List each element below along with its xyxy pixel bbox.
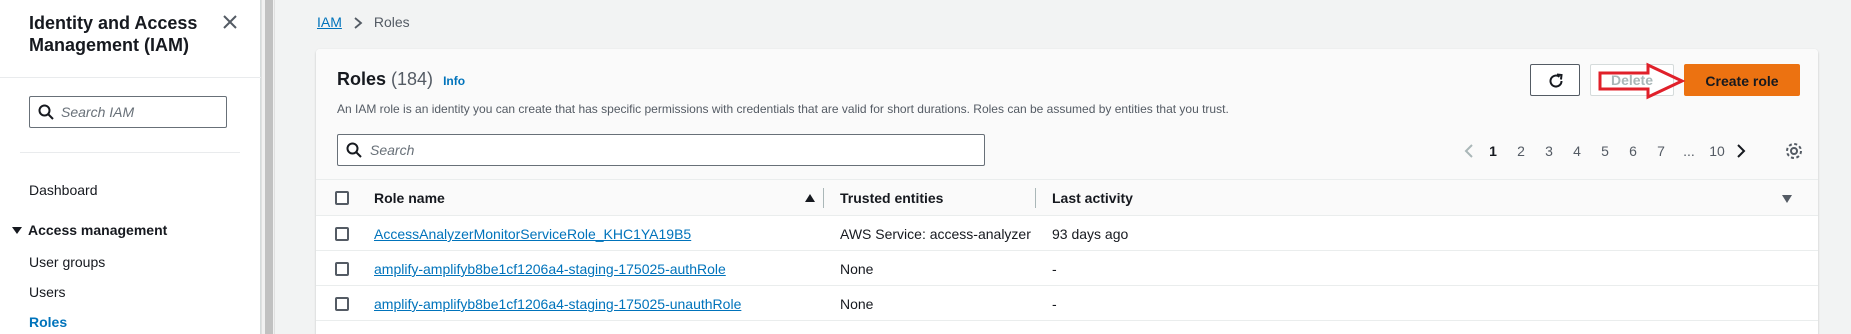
trusted-entities-cell: None — [840, 296, 874, 312]
roles-search-field[interactable] — [337, 134, 985, 166]
role-name-link[interactable]: AccessAnalyzerMonitorServiceRole_KHC1YA1… — [374, 226, 691, 242]
chevron-right-icon — [352, 16, 364, 29]
last-activity-cell: 93 days ago — [1052, 226, 1129, 242]
column-divider[interactable] — [1035, 188, 1036, 208]
search-icon — [346, 142, 362, 158]
sort-descending-icon[interactable] — [1782, 195, 1792, 203]
roles-description: An IAM role is an identity you can creat… — [337, 102, 1229, 116]
row-checkbox[interactable] — [335, 297, 349, 311]
last-activity-cell: - — [1052, 261, 1057, 277]
sidebar-title: Identity and Access Management (IAM) — [29, 13, 198, 55]
breadcrumb-current: Roles — [373, 14, 410, 30]
page-4[interactable]: 4 — [1563, 143, 1591, 159]
roles-panel: Roles (184) Info An IAM role is an ident… — [316, 49, 1818, 334]
table-row: amplify-amplifyb8be1cf1206a4-staging-175… — [316, 287, 1818, 321]
breadcrumb: IAM Roles — [317, 14, 410, 30]
role-name-link[interactable]: amplify-amplifyb8be1cf1206a4-staging-175… — [374, 296, 741, 312]
divider — [0, 77, 261, 78]
pagination: 1 2 3 4 5 6 7 ... 10 — [1461, 141, 1749, 161]
page-3[interactable]: 3 — [1535, 143, 1563, 159]
sidebar-search-input[interactable] — [61, 99, 221, 125]
caret-down-icon — [12, 226, 22, 234]
sidebar-search-field[interactable] — [29, 96, 227, 128]
page-5[interactable]: 5 — [1591, 143, 1619, 159]
refresh-icon — [1549, 73, 1563, 88]
role-name-link[interactable]: amplify-amplifyb8be1cf1206a4-staging-175… — [374, 261, 726, 277]
column-trusted-entities[interactable]: Trusted entities — [840, 190, 943, 206]
page-2[interactable]: 2 — [1507, 143, 1535, 159]
sidebar-item-roles[interactable]: Roles — [29, 314, 67, 330]
scrollbar[interactable] — [261, 0, 275, 334]
row-checkbox[interactable] — [335, 227, 349, 241]
title-text: Roles — [337, 69, 387, 89]
refresh-button[interactable] — [1530, 64, 1580, 96]
sidebar-item-users[interactable]: Users — [29, 284, 66, 300]
sidebar-section-label: Access management — [28, 222, 168, 238]
column-divider[interactable] — [823, 188, 824, 208]
scrollbar-thumb[interactable] — [265, 0, 273, 334]
last-activity-cell: - — [1052, 296, 1057, 312]
arrow-annotation — [1598, 62, 1686, 100]
breadcrumb-iam-link[interactable]: IAM — [317, 14, 342, 30]
row-checkbox[interactable] — [335, 262, 349, 276]
sidebar-item-dashboard[interactable]: Dashboard — [29, 182, 98, 198]
roles-count: (184) — [391, 69, 434, 89]
chevron-right-icon[interactable] — [1731, 142, 1749, 160]
info-link[interactable]: Info — [443, 74, 465, 88]
roles-search-input[interactable] — [370, 137, 970, 163]
page-7[interactable]: 7 — [1647, 143, 1675, 159]
select-all-checkbox[interactable] — [335, 191, 349, 205]
gear-icon[interactable] — [1784, 141, 1804, 161]
sidebar-item-user-groups[interactable]: User groups — [29, 254, 105, 270]
page-1[interactable]: 1 — [1479, 143, 1507, 159]
sidebar: Identity and Access Management (IAM) Das… — [0, 0, 261, 334]
table-row: amplify-amplifyb8be1cf1206a4-staging-175… — [316, 252, 1818, 286]
column-last-activity[interactable]: Last activity — [1052, 190, 1133, 206]
table-row: AccessAnalyzerMonitorServiceRole_KHC1YA1… — [316, 217, 1818, 251]
roles-header: Roles (184) Info An IAM role is an ident… — [316, 49, 1818, 180]
trusted-entities-cell: AWS Service: access-analyzer — [840, 226, 1031, 242]
search-icon — [38, 104, 54, 120]
page-10[interactable]: 10 — [1703, 143, 1731, 159]
sidebar-section-access-management[interactable]: Access management — [12, 222, 167, 238]
sort-ascending-icon[interactable] — [805, 194, 815, 202]
close-icon[interactable] — [220, 12, 240, 32]
trusted-entities-cell: None — [840, 261, 874, 277]
table-header: Role name Trusted entities Last activity — [316, 180, 1818, 216]
page-6[interactable]: 6 — [1619, 143, 1647, 159]
divider — [20, 152, 240, 153]
page-ellipsis: ... — [1683, 143, 1695, 159]
column-role-name[interactable]: Role name — [374, 190, 445, 206]
chevron-left-icon[interactable] — [1461, 142, 1479, 160]
create-role-button[interactable]: Create role — [1684, 64, 1800, 96]
page-title: Roles (184) Info — [337, 69, 465, 90]
